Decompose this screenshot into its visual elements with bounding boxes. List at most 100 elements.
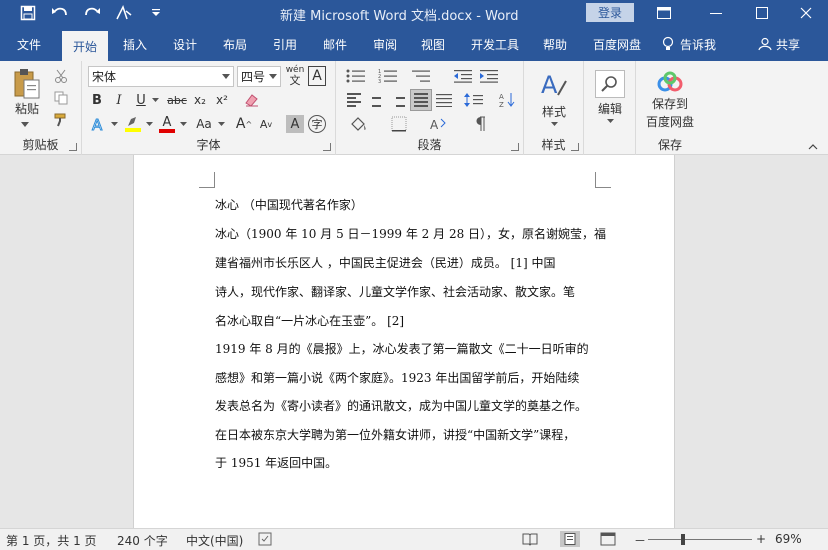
align-left-button[interactable] [344,90,364,110]
font-color-dropdown-arrow[interactable] [178,113,188,135]
read-mode-icon[interactable] [522,532,538,546]
doc-line-7[interactable]: 感想》和第一篇小说《两个家庭》。1923 年出国留学前后，开始陆续 [215,369,579,386]
styles-launcher-icon[interactable] [571,143,579,151]
doc-line-4[interactable]: 诗人，现代作家、翻译家、儿童文学作家、社会活动家、散文家。笔 [215,283,575,300]
collapse-ribbon-icon[interactable] [806,141,820,153]
word-count[interactable]: 240 个字 [117,532,168,549]
copy-icon[interactable] [52,89,70,107]
customize-qat-icon[interactable] [146,3,166,23]
font-name-dropdown-arrow[interactable] [222,74,230,79]
shading-button[interactable] [344,113,374,135]
bullets-button[interactable] [344,66,368,86]
doc-line-8[interactable]: 发表总名为《寄小读者》的通讯散文，成为中国儿童文学的奠基之作。 [215,397,587,414]
tab-baidu-netdisk[interactable]: 百度网盘 [584,27,650,61]
document-page[interactable]: 冰心 （中国现代著名作家） 冰心（1900 年 10 月 5 日－1999 年 … [133,155,675,528]
distributed-button[interactable] [434,90,454,110]
borders-button[interactable] [384,113,414,135]
increase-indent-icon[interactable] [478,66,500,86]
change-case-button[interactable]: Aa [192,113,216,135]
enclose-characters-button[interactable]: 字 [308,115,326,133]
tell-me-search[interactable]: 告诉我 [662,27,716,61]
format-painter-icon[interactable] [52,111,70,129]
subscript-button[interactable]: x₂ [190,90,210,110]
superscript-button[interactable]: x² [212,90,232,110]
italic-button[interactable]: I [110,90,128,110]
font-launcher-icon[interactable] [323,143,331,151]
doc-line-9[interactable]: 在日本被东京大学聘为第一位外籍女讲师，讲授“中国新文学”课程， [215,426,575,443]
cut-icon[interactable] [52,67,70,85]
sort-icon[interactable]: AZ [496,90,518,110]
zoom-slider-track[interactable] [648,539,752,540]
justify-button[interactable] [410,89,432,111]
font-size-dropdown-arrow[interactable] [269,74,277,79]
tab-developer[interactable]: 开发工具 [462,27,528,61]
editing-button[interactable]: 编辑 [592,65,628,127]
share-button[interactable]: 共享 [758,27,800,61]
language-indicator[interactable]: 中文(中国) [186,532,243,549]
doc-line-2[interactable]: 冰心（1900 年 10 月 5 日－1999 年 2 月 28 日），女，原名… [215,225,606,242]
styles-button[interactable]: A 样式 [534,67,574,129]
minimize-icon[interactable] [702,3,730,23]
document-area[interactable]: 冰心 （中国现代著名作家） 冰心（1900 年 10 月 5 日－1999 年 … [0,155,828,528]
character-border-button[interactable]: A [308,66,326,86]
tab-review[interactable]: 审阅 [364,27,406,61]
chinese-layout-button[interactable]: A [422,113,454,135]
tab-mailings[interactable]: 邮件 [314,27,356,61]
doc-line-3[interactable]: 建省福州市长乐区人 ，中国民主促进会（民进）成员。 [1] 中国 [215,254,555,271]
bold-button[interactable]: B [88,90,106,110]
decrease-indent-icon[interactable] [452,66,474,86]
paste-button[interactable]: 粘贴 [8,67,46,117]
change-case-dropdown-arrow[interactable] [216,113,226,135]
accessibility-icon[interactable] [258,532,274,546]
doc-line-1[interactable]: 冰心 （中国现代著名作家） [215,196,363,213]
doc-line-5[interactable]: 名冰心取自“一片冰心在玉壶”。 [2] [215,312,404,329]
align-right-button[interactable] [388,90,408,110]
highlight-dropdown-arrow[interactable] [144,113,154,135]
tab-design[interactable]: 设计 [164,27,206,61]
tab-insert[interactable]: 插入 [114,27,156,61]
underline-dropdown-arrow[interactable] [150,90,160,110]
login-button[interactable]: 登录 [586,3,634,22]
maximize-icon[interactable] [748,3,776,23]
paste-options-arrow[interactable] [10,119,40,129]
text-effects-icon[interactable]: A [88,113,110,135]
align-center-button[interactable] [366,90,386,110]
doc-line-6[interactable]: 1919 年 8 月的《晨报》上，冰心发表了第一篇散文《二十一日听审的 [215,340,589,357]
show-hide-marks-icon[interactable] [470,113,492,135]
multilevel-list-button[interactable] [408,66,436,86]
ribbon-display-options-icon[interactable] [650,3,678,23]
character-shading-button[interactable]: A [286,115,304,133]
font-name-combo[interactable]: 宋体 [88,66,234,87]
tab-references[interactable]: 引用 [264,27,306,61]
clipboard-launcher-icon[interactable] [69,143,77,151]
undo-icon[interactable] [50,3,70,23]
highlight-color-button[interactable] [122,113,144,135]
zoom-out-button[interactable]: － [634,532,646,549]
phonetic-guide-button[interactable]: wén 文 [285,64,305,88]
save-icon[interactable] [18,3,38,23]
tab-layout[interactable]: 布局 [214,27,256,61]
tab-file[interactable]: 文件 [6,27,52,61]
clear-formatting-icon[interactable] [242,90,262,110]
close-icon[interactable] [792,3,820,23]
tab-help[interactable]: 帮助 [534,27,576,61]
font-color-button[interactable]: A [156,113,178,135]
shrink-font-button[interactable]: Av [256,113,276,135]
grow-font-button[interactable]: A ^ [234,113,254,135]
doc-line-10[interactable]: 于 1951 年返回中国。 [215,454,337,471]
strikethrough-button[interactable]: abc [166,90,188,110]
zoom-level[interactable]: 69% [775,532,802,546]
web-layout-icon[interactable] [600,532,616,546]
underline-button[interactable]: U [132,90,150,110]
zoom-in-button[interactable]: + [756,532,766,546]
tab-home[interactable]: 开始 [62,31,108,61]
text-effects-dropdown-arrow[interactable] [109,113,119,135]
line-spacing-button[interactable] [460,90,490,110]
paragraph-launcher-icon[interactable] [511,143,519,151]
save-to-baidu-button[interactable]: 保存到 百度网盘 [642,67,698,133]
font-size-combo[interactable]: 四号 [237,66,281,87]
page-count[interactable]: 第 1 页，共 1 页 [6,532,97,549]
numbering-button[interactable]: 123 [374,66,402,86]
redo-icon[interactable] [82,3,102,23]
zoom-slider-thumb[interactable] [681,534,685,545]
